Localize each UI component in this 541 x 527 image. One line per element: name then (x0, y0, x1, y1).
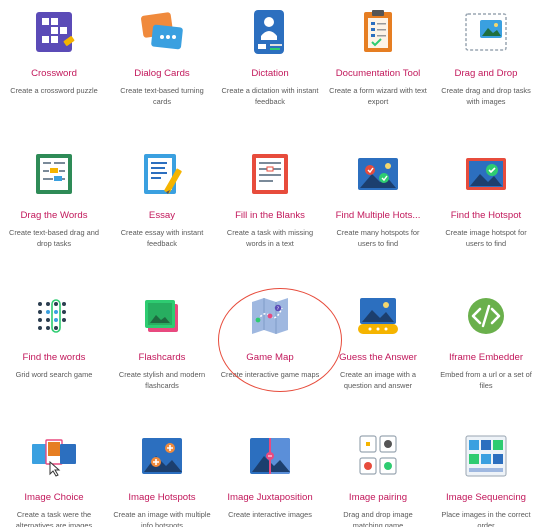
tile-game-map[interactable]: ? Game Map Create interactive game maps (216, 290, 324, 380)
tile-description: Create text-based drag and drop tasks (9, 228, 99, 248)
tile-description: Create drag and drop tasks with images (441, 86, 531, 106)
tile-description: Create a dictation with instant feedback (221, 86, 319, 106)
guess-the-answer-icon (352, 290, 404, 342)
tile-title: Documentation Tool (335, 68, 421, 79)
tile-description: Grid word search game (15, 370, 93, 379)
tile-description: Create text-based turning cards (120, 86, 204, 106)
tile-title: Image pairing (348, 492, 408, 503)
tile-title: Dialog Cards (134, 68, 190, 79)
image-juxtaposition-icon (244, 430, 296, 482)
image-choice-icon (28, 430, 80, 482)
tile-find-the-words[interactable]: Find the words Grid word search game (0, 290, 108, 380)
tile-crossword[interactable]: Crossword Create a crossword puzzle (0, 6, 108, 96)
dictation-icon (244, 6, 296, 58)
tile-title: Iframe Embedder (448, 352, 524, 363)
tile-flashcards[interactable]: Flashcards Create stylish and modern fla… (108, 290, 216, 391)
dialog-cards-icon (136, 6, 188, 58)
tile-iframe-embedder[interactable]: Iframe Embedder Embed from a url or a se… (432, 290, 540, 391)
tile-description: Create an image with multiple info hotsp… (113, 510, 211, 527)
tile-title: Dictation (251, 68, 289, 79)
tile-drag-and-drop[interactable]: Drag and Drop Create drag and drop tasks… (432, 6, 540, 107)
crossword-icon (28, 6, 80, 58)
fill-in-the-blanks-icon (244, 148, 296, 200)
content-type-grid: Crossword Create a crossword puzzle Dial… (0, 0, 541, 527)
tile-guess-the-answer[interactable]: Guess the Answer Create an image with a … (324, 290, 432, 391)
tile-description: Create a task were the alternatives are … (15, 510, 93, 527)
tile-description: Create stylish and modern flashcards (118, 370, 206, 390)
image-hotspots-icon (136, 430, 188, 482)
tile-title: Find Multiple Hots... (335, 210, 421, 221)
tile-dialog-cards[interactable]: Dialog Cards Create text-based turning c… (108, 6, 216, 107)
tile-title: Image Choice (24, 492, 84, 503)
tile-dictation[interactable]: Dictation Create a dictation with instan… (216, 6, 324, 107)
tile-image-sequencing[interactable]: Image Sequencing Place images in the cor… (432, 430, 540, 527)
image-sequencing-icon (460, 430, 512, 482)
tile-title: Essay (148, 210, 176, 221)
tile-description: Create many hotspots for users to find (336, 228, 420, 248)
tile-description: Create essay with instant feedback (120, 228, 204, 248)
tile-title: Image Hotspots (128, 492, 196, 503)
game-map-icon: ? (244, 290, 296, 342)
tile-image-juxtaposition[interactable]: Image Juxtaposition Create interactive i… (216, 430, 324, 520)
find-the-words-icon (28, 290, 80, 342)
tile-image-hotspots[interactable]: Image Hotspots Create an image with mult… (108, 430, 216, 527)
tile-image-choice[interactable]: Image Choice Create a task were the alte… (0, 430, 108, 527)
tile-title: Fill in the Blanks (235, 210, 305, 221)
tile-title: Crossword (31, 68, 77, 79)
drag-the-words-icon (28, 148, 80, 200)
tile-title: Image Sequencing (445, 492, 526, 503)
tile-description: Create image hotspot for users to find (445, 228, 527, 248)
flashcards-icon (136, 290, 188, 342)
tile-find-multiple-hotspots[interactable]: Find Multiple Hots... Create many hotspo… (324, 148, 432, 249)
tile-description: Place images in the correct order (441, 510, 531, 527)
tile-fill-in-the-blanks[interactable]: Fill in the Blanks Create a task with mi… (216, 148, 324, 249)
find-the-hotspot-icon (460, 148, 512, 200)
documentation-tool-icon (352, 6, 404, 58)
tile-title: Flashcards (138, 352, 186, 363)
tile-title: Find the words (22, 352, 86, 363)
tile-description: Create interactive images (228, 510, 312, 519)
tile-title: Drag and Drop (454, 68, 518, 79)
tile-description: Create a form wizard with text export (329, 86, 427, 106)
image-pairing-icon (352, 430, 404, 482)
tile-description: Embed from a url or a set of files (440, 370, 532, 390)
find-multiple-hotspots-icon (352, 148, 404, 200)
drag-and-drop-icon (460, 6, 512, 58)
tile-description: Create an image with a question and answ… (340, 370, 416, 390)
tile-description: Create a task with missing words in a te… (226, 228, 314, 248)
tile-description: Drag and drop image matching game (343, 510, 413, 527)
tile-title: Find the Hotspot (450, 210, 522, 221)
tile-title: Game Map (246, 352, 294, 363)
tile-essay[interactable]: Essay Create essay with instant feedback (108, 148, 216, 249)
tile-find-the-hotspot[interactable]: Find the Hotspot Create image hotspot fo… (432, 148, 540, 249)
iframe-embedder-icon (460, 290, 512, 342)
tile-documentation-tool[interactable]: Documentation Tool Create a form wizard … (324, 6, 432, 107)
tile-title: Guess the Answer (339, 352, 417, 363)
tile-image-pairing[interactable]: Image pairing Drag and drop image matchi… (324, 430, 432, 527)
tile-drag-the-words[interactable]: Drag the Words Create text-based drag an… (0, 148, 108, 249)
tile-title: Image Juxtaposition (227, 492, 313, 503)
essay-icon (136, 148, 188, 200)
tile-description: Create interactive game maps (220, 370, 320, 379)
tile-title: Drag the Words (20, 210, 88, 221)
tile-description: Create a crossword puzzle (10, 86, 98, 95)
